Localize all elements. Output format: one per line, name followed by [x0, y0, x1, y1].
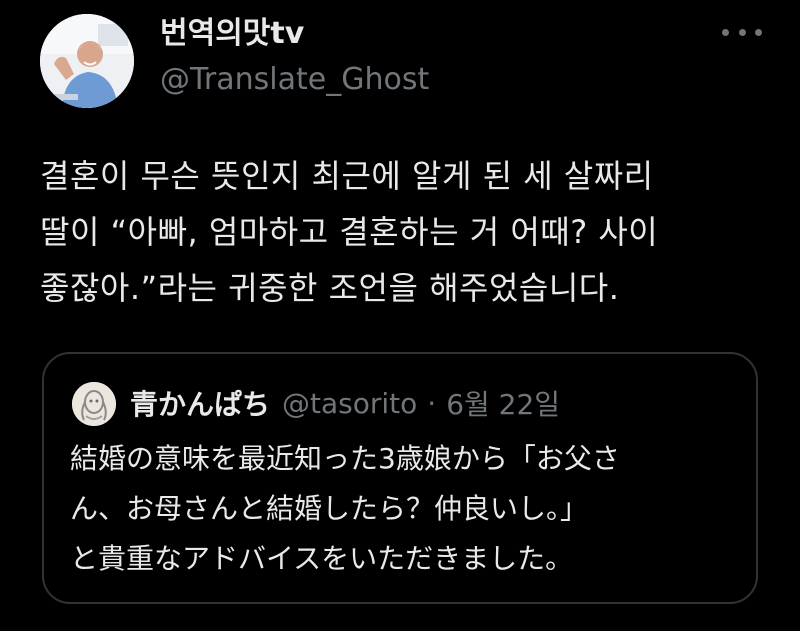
quoted-text-line: と貴重なアドバイスをいただきました。 [70, 542, 574, 575]
display-name[interactable]: 번역의맛tv [160, 14, 304, 54]
quoted-text-line: ん、お母さんと結婚したら？仲良いし。」 [70, 492, 589, 525]
tweet-text-line: 결혼이 무슨 뜻인지 최근에 알게 된 세 살짜리 [40, 157, 654, 195]
quoted-text-line: 結婚の意味を最近知った3歳娘から「お父さ [70, 442, 620, 475]
quoted-separator: · [427, 386, 437, 420]
avatar-photo [40, 14, 134, 108]
quoted-header: 青かんぱち @tasorito · 6월 22일 [130, 380, 560, 426]
tweet-text-line: 좋잖아.”라는 귀중한 조언을 해주었습니다. [40, 269, 620, 307]
quoted-avatar-drawing [72, 382, 116, 426]
user-handle[interactable]: @Translate_Ghost [160, 60, 429, 100]
quoted-handle[interactable]: @tasorito [282, 387, 417, 420]
quoted-date[interactable]: 6월 22일 [446, 383, 560, 423]
quoted-display-name[interactable]: 青かんぱち [130, 383, 270, 423]
more-dot [755, 28, 762, 36]
more-dot [722, 28, 729, 36]
tweet-text-line: 딸이 “아빠, 엄마하고 결혼하는 거 어때? 사이 [40, 213, 659, 251]
tweet-text: 결혼이 무슨 뜻인지 최근에 알게 된 세 살짜리 딸이 “아빠, 엄마하고 결… [40, 148, 780, 316]
quoted-avatar[interactable] [72, 382, 116, 426]
more-horizontal-icon[interactable] [722, 20, 762, 44]
more-dot [738, 28, 746, 36]
quoted-text: 結婚の意味を最近知った3歳娘から「お父さ ん、お母さんと結婚したら？仲良いし。」… [70, 434, 750, 584]
quoted-tweet-card[interactable]: 青かんぱち @tasorito · 6월 22일 結婚の意味を最近知った3歳娘か… [42, 352, 758, 604]
profile-avatar[interactable] [40, 14, 134, 108]
